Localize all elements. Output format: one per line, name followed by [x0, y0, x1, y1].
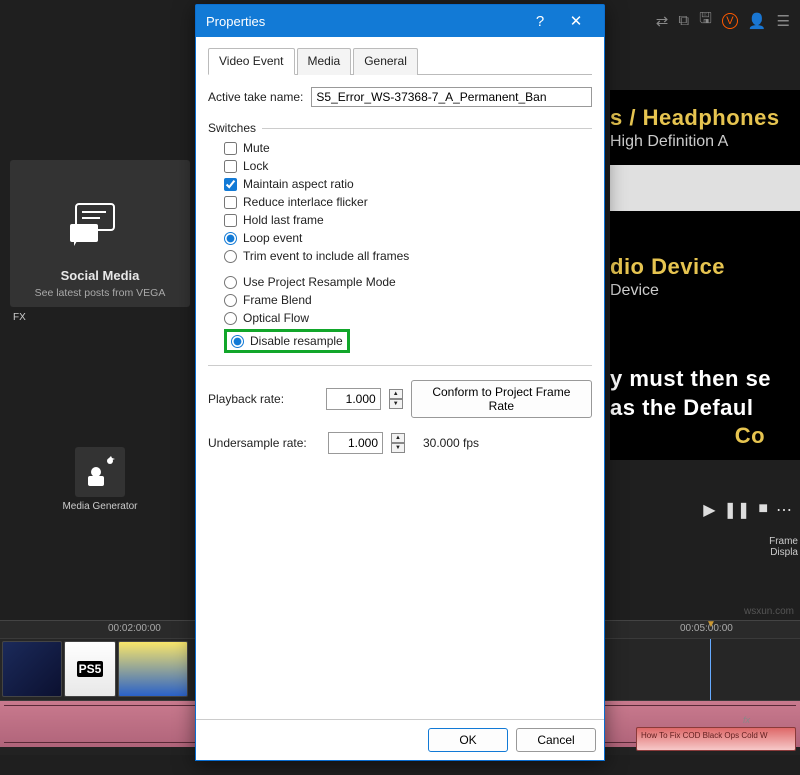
switches-group: Mute Lock Maintain aspect ratio Reduce i… [208, 141, 592, 263]
playback-rate-spinner[interactable]: ▲▼ [389, 389, 403, 409]
preview-text: Co [610, 422, 771, 451]
reduce-flicker-checkbox[interactable]: Reduce interlace flicker [224, 195, 592, 209]
undersample-rate-input[interactable] [328, 432, 383, 454]
dialog-titlebar[interactable]: Properties ? ✕ [196, 5, 604, 37]
media-generator-icon [75, 447, 125, 497]
project-resample-radio[interactable]: Use Project Resample Mode [224, 275, 592, 289]
disable-resample-radio[interactable]: Disable resample [231, 334, 343, 348]
hold-last-frame-checkbox[interactable]: Hold last frame [224, 213, 592, 227]
active-take-input[interactable] [311, 87, 592, 107]
save-icon[interactable]: 🖫 [699, 8, 712, 33]
video-preview: s / Headphones High Definition A dio Dev… [610, 90, 800, 460]
close-icon[interactable]: ✕ [558, 12, 594, 30]
chevron-up-icon: ▲ [391, 433, 405, 443]
active-take-label: Active take name: [208, 90, 303, 104]
fx-panel-label[interactable]: FX [13, 312, 26, 323]
playback-rate-input[interactable] [326, 388, 381, 410]
more-icon[interactable]: ⋯ [776, 500, 792, 520]
maintain-aspect-checkbox[interactable]: Maintain aspect ratio [224, 177, 592, 191]
undersample-rate-spinner[interactable]: ▲▼ [391, 433, 405, 453]
watermark: wsxun.com [744, 606, 794, 617]
frame-blend-radio[interactable]: Frame Blend [224, 293, 592, 307]
tab-media[interactable]: Media [297, 48, 352, 75]
preview-text: Device [610, 282, 725, 300]
fps-readout: 30.000 fps [423, 436, 479, 450]
chevron-up-icon: ▲ [389, 389, 403, 399]
loop-event-radio[interactable]: Loop event [224, 231, 592, 245]
optical-flow-radio[interactable]: Optical Flow [224, 311, 592, 325]
hub-card-social[interactable]: Social Media See latest posts from VEGA [10, 160, 190, 307]
preview-text: High Definition A [610, 133, 800, 151]
playback-controls: ▶ ❚❚ ■ ⋯ [703, 500, 792, 520]
preview-text: s / Headphones [610, 104, 800, 133]
pause-icon[interactable]: ❚❚ [724, 500, 751, 520]
social-title: Social Media [15, 268, 185, 283]
lock-checkbox[interactable]: Lock [224, 159, 592, 173]
clip-label[interactable]: How To Fix COD Black Ops Cold W [636, 727, 796, 751]
play-icon[interactable]: ▶ [703, 500, 715, 520]
dialog-title: Properties [206, 14, 522, 29]
clip-thumbnail[interactable] [2, 641, 62, 697]
stop-icon[interactable]: ■ [758, 500, 768, 520]
record-icon[interactable]: V [722, 13, 738, 29]
tab-general[interactable]: General [353, 48, 418, 75]
social-sub: See latest posts from VEGA [15, 287, 185, 299]
resample-group: Use Project Resample Mode Frame Blend Op… [208, 275, 592, 353]
cancel-button[interactable]: Cancel [516, 728, 596, 752]
playhead[interactable] [710, 639, 711, 700]
switch-icon[interactable]: ⇄ [656, 12, 669, 30]
top-toolbar: ⇄ ⧉ 🖫 V 👤 ☰ [656, 8, 790, 33]
chevron-down-icon: ▼ [391, 443, 405, 453]
help-icon[interactable]: ? [522, 13, 558, 30]
disable-resample-highlight: Disable resample [224, 329, 350, 353]
clip-thumbnail[interactable]: PS5 [64, 641, 116, 697]
preview-text: dio Device [610, 253, 725, 282]
switches-heading: Switches [208, 121, 592, 135]
undersample-rate-label: Undersample rate: [208, 436, 320, 450]
properties-dialog: Properties ? ✕ Video Event Media General… [195, 4, 605, 761]
dialog-tabs: Video Event Media General [208, 47, 592, 75]
download-icon[interactable]: ⧉ [678, 12, 689, 29]
display-label: Displa [769, 547, 798, 558]
playback-rate-label: Playback rate: [208, 392, 318, 406]
media-generator-label: Media Generator [62, 501, 137, 512]
fx-label[interactable]: fx [743, 715, 750, 725]
media-generator-button[interactable]: Media Generator [60, 447, 140, 512]
frame-label: Frame [769, 536, 798, 547]
mute-checkbox[interactable]: Mute [224, 141, 592, 155]
user-icon[interactable]: 👤 [748, 12, 767, 30]
clip-thumbnail[interactable] [118, 641, 188, 697]
chevron-down-icon: ▼ [389, 399, 403, 409]
preview-text: y must then se [610, 365, 771, 394]
ok-button[interactable]: OK [428, 728, 508, 752]
conform-button[interactable]: Conform to Project Frame Rate [411, 380, 592, 418]
chat-icon [70, 200, 130, 250]
ruler-tick: 00:02:00:00 [108, 623, 161, 634]
menu-icon[interactable]: ☰ [777, 12, 790, 30]
trim-event-radio[interactable]: Trim event to include all frames [224, 249, 592, 263]
tab-video-event[interactable]: Video Event [208, 48, 295, 75]
